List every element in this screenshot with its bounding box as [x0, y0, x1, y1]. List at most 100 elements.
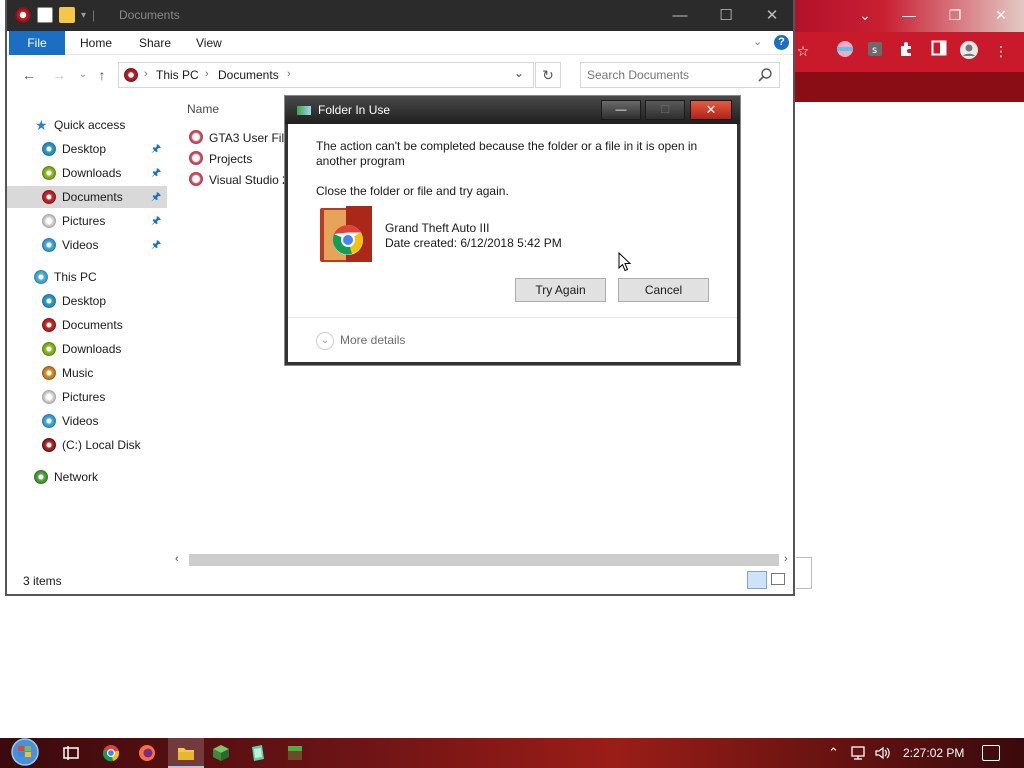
volume-icon[interactable] [874, 745, 892, 761]
dialog-close-button[interactable]: ✕ [690, 100, 732, 120]
pin-icon[interactable]: 🖈 [151, 239, 163, 251]
large-icons-view-icon[interactable] [771, 573, 785, 585]
ribbon-tabs: File Home Share View ⌄ ? [7, 31, 793, 55]
sidebar-item-videos[interactable]: Videos 🖈 [7, 234, 167, 256]
pin-icon[interactable]: 🖈 [151, 143, 163, 155]
minimize-button[interactable]: — [657, 0, 703, 31]
chrome-icon[interactable] [102, 744, 120, 762]
pin-icon[interactable]: 🖈 [151, 167, 163, 179]
browser-tab-search-chevron-icon[interactable]: ⌄ [842, 0, 888, 30]
window-title: Documents [119, 8, 180, 22]
side-panel-icon[interactable] [928, 40, 950, 62]
file-name: GTA3 User Files [209, 131, 297, 145]
sidebar-item-pc-videos[interactable]: Videos [7, 410, 167, 432]
scroll-right-icon[interactable]: › [784, 553, 788, 565]
sidebar-item-downloads[interactable]: Downloads 🖈 [7, 162, 167, 184]
browser-minimize-button[interactable]: — [886, 0, 932, 30]
sidebar-item-pc-documents[interactable]: Documents [7, 314, 167, 336]
search-box[interactable] [580, 62, 780, 88]
documents-icon [42, 318, 56, 332]
details-view-icon[interactable] [747, 571, 767, 589]
profile-avatar-icon[interactable] [958, 40, 980, 62]
pin-icon[interactable]: 🖈 [151, 191, 163, 203]
minecraft-icon[interactable] [286, 744, 304, 762]
nav-quick-access[interactable]: ★ Quick access [7, 114, 167, 136]
help-icon[interactable]: ? [774, 35, 789, 50]
nav-this-pc[interactable]: This PC [7, 266, 167, 288]
back-arrow-icon[interactable]: ← [20, 66, 38, 84]
sidebar-item-pc-pictures[interactable]: Pictures [7, 386, 167, 408]
file-explorer-icon [178, 748, 194, 760]
sidebar-item-pc-desktop[interactable]: Desktop [7, 290, 167, 312]
app-tablet-icon[interactable] [249, 744, 267, 762]
tab-view[interactable]: View [183, 31, 235, 55]
sidebar-item-pc-downloads[interactable]: Downloads [7, 338, 167, 360]
pin-icon[interactable]: 🖈 [151, 215, 163, 227]
breadcrumb-documents[interactable]: Documents [218, 68, 279, 82]
extensions-puzzle-icon[interactable] [896, 40, 918, 62]
dialog-maximize-button[interactable]: ☐ [645, 100, 685, 120]
tab-share[interactable]: Share [126, 31, 184, 55]
tab-home[interactable]: Home [67, 31, 125, 55]
sidebar-item-pc-music[interactable]: Music [7, 362, 167, 384]
nav-label: Videos [62, 414, 99, 428]
customize-toolbar-chevron-icon[interactable]: ▾ [81, 10, 86, 21]
taskbar-clock[interactable]: 2:27:02 PM [903, 746, 964, 760]
nav-label: Desktop [62, 142, 107, 156]
sidebar-item-local-disk[interactable]: (C:) Local Disk [7, 434, 167, 456]
network-icon[interactable] [850, 745, 868, 761]
tab-file[interactable]: File [9, 31, 65, 55]
address-bar[interactable]: › This PC › Documents › ⌄ [118, 62, 534, 88]
breadcrumb-this-pc[interactable]: This PC [156, 68, 199, 82]
try-again-button[interactable]: Try Again [515, 278, 606, 302]
nav-network[interactable]: Network [7, 466, 167, 488]
extension-flag-icon[interactable] [834, 40, 856, 62]
new-folder-icon[interactable] [59, 7, 75, 23]
nav-label: Music [62, 366, 94, 380]
scrollbar-thumb[interactable] [189, 554, 779, 566]
address-dropdown-chevron-icon[interactable]: ⌄ [514, 66, 524, 80]
app-cube-icon[interactable] [212, 744, 230, 762]
list-item[interactable]: Projects [189, 149, 252, 169]
nav-label: Pictures [62, 390, 106, 404]
search-icon[interactable] [757, 67, 773, 83]
file-name: Visual Studio 2 [209, 173, 289, 187]
dialog-divider [288, 317, 737, 318]
browser-menu-icon[interactable]: ⋮ [990, 40, 1012, 62]
task-view-icon[interactable] [62, 744, 80, 762]
extension-s-icon[interactable]: s [864, 40, 886, 62]
close-button[interactable]: ✕ [749, 0, 795, 31]
forward-arrow-icon[interactable]: → [50, 66, 68, 84]
search-input[interactable] [587, 67, 752, 83]
maximize-button[interactable]: ☐ [703, 0, 749, 31]
browser-restore-button[interactable]: ❐ [932, 0, 978, 30]
bookmark-star-icon[interactable]: ☆ [792, 40, 814, 62]
browser-page-element [796, 557, 812, 589]
show-hidden-icons-chevron-icon[interactable]: ⌃ [828, 745, 839, 761]
notification-center-icon[interactable] [982, 745, 1000, 761]
firefox-icon[interactable] [138, 744, 156, 762]
nav-label: Downloads [62, 342, 122, 356]
sidebar-item-documents[interactable]: Documents 🖈 [7, 186, 167, 208]
scroll-left-icon[interactable]: ‹ [175, 553, 179, 565]
browser-close-button[interactable]: ✕ [978, 0, 1024, 30]
list-item[interactable]: GTA3 User Files [189, 128, 297, 148]
taskbar-explorer-active[interactable] [168, 738, 204, 768]
column-header-name[interactable]: Name [187, 102, 219, 116]
dialog-minimize-button[interactable]: — [601, 100, 641, 120]
properties-icon[interactable] [37, 7, 53, 23]
recent-locations-chevron-icon[interactable]: ⌄ [74, 66, 92, 84]
refresh-icon[interactable]: ↻ [535, 62, 561, 88]
cancel-button[interactable]: Cancel [618, 278, 709, 302]
sidebar-item-pictures[interactable]: Pictures 🖈 [7, 210, 167, 232]
sidebar-item-desktop[interactable]: Desktop 🖈 [7, 138, 167, 160]
chevron-down-icon[interactable]: ⌄ [316, 332, 334, 350]
ribbon-expand-chevron-icon[interactable]: ⌄ [753, 35, 762, 48]
dialog-message: The action can't be completed because th… [316, 139, 698, 168]
start-button-icon[interactable] [8, 738, 42, 768]
horizontal-scrollbar[interactable]: ‹ › [175, 552, 793, 568]
up-arrow-icon[interactable]: ↑ [93, 66, 111, 84]
list-item[interactable]: Visual Studio 2 [189, 170, 289, 190]
nav-label: (C:) Local Disk [62, 438, 141, 452]
address-row: ← → ⌄ ↑ › This PC › Documents › ⌄ ↻ [7, 56, 793, 94]
